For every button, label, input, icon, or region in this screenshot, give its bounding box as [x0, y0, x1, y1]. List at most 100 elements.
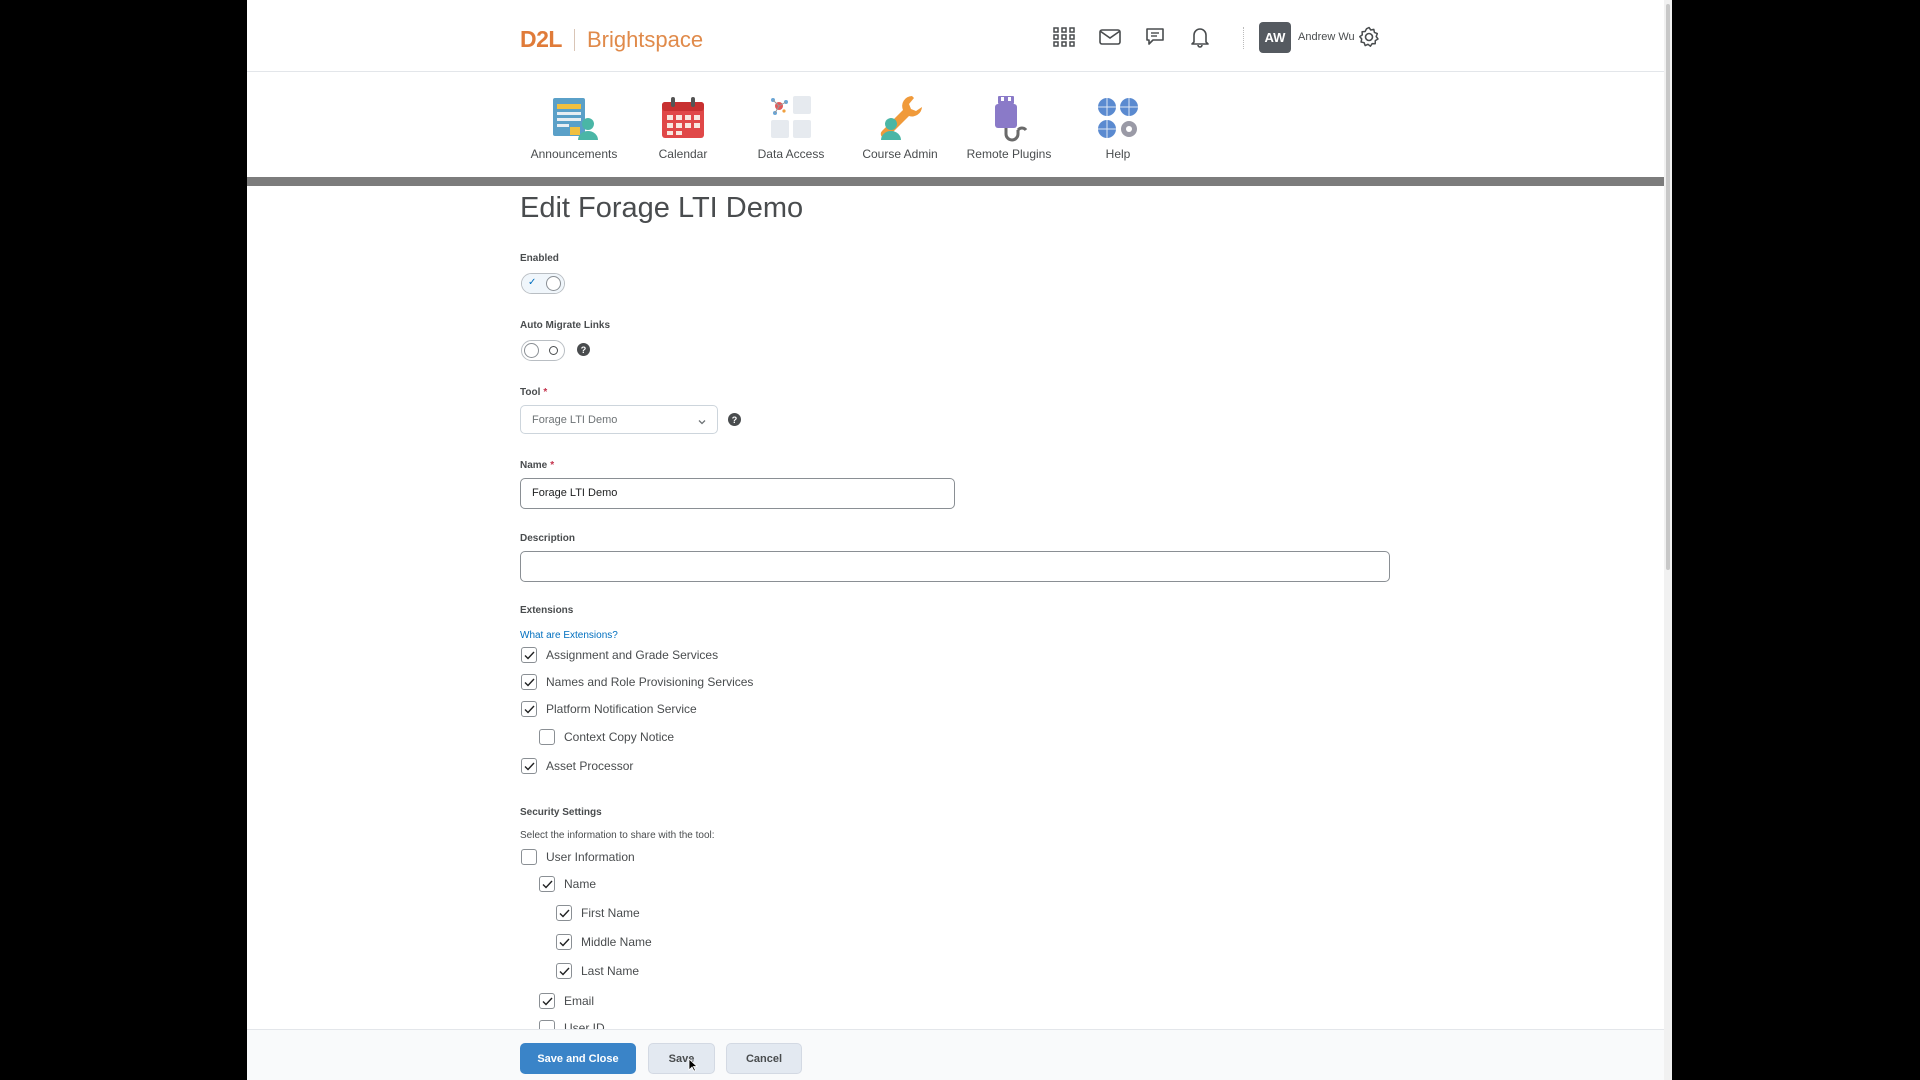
checkbox-label: Middle Name [581, 935, 652, 949]
description-input[interactable] [532, 560, 1314, 572]
checkbox[interactable] [521, 647, 537, 663]
checkbox-label: Names and Role Provisioning Services [546, 675, 754, 689]
header-divider [1243, 27, 1245, 49]
nav-label: Course Admin [862, 147, 938, 161]
checkbox-label: Email [564, 994, 595, 1008]
mouse-cursor-icon [688, 1058, 699, 1077]
tool-label: Tool * [520, 387, 547, 398]
grid-icon[interactable] [1052, 25, 1076, 49]
nav-item-calendar[interactable]: Calendar [633, 92, 733, 161]
calendar-icon [658, 92, 708, 144]
tool-label-text: Tool [520, 387, 541, 398]
user-name[interactable]: Andrew Wu [1298, 31, 1355, 43]
nav-label: Help [1105, 147, 1131, 161]
enabled-label: Enabled [520, 253, 559, 264]
off-icon [549, 346, 558, 355]
cancel-button[interactable]: Cancel [726, 1043, 802, 1074]
page: D2L Brightspace AW Andrew Wu Announcemen… [247, 0, 1672, 1080]
enabled-toggle[interactable]: ✓ [521, 273, 565, 294]
name-label: Name * [520, 460, 554, 471]
checkbox[interactable] [539, 729, 555, 745]
top-header: D2L Brightspace AW Andrew Wu [247, 0, 1664, 72]
tool-select[interactable]: Forage LTI Demo [520, 405, 718, 434]
logo-d2l: D2L [520, 26, 562, 52]
checkbox-label: Platform Notification Service [546, 702, 697, 716]
security-option-last-name[interactable]: Last Name [556, 963, 639, 979]
security-settings-label: Security Settings [520, 807, 602, 818]
checkbox[interactable] [556, 963, 572, 979]
toggle-knob [524, 343, 539, 358]
security-option-first-name[interactable]: First Name [556, 905, 640, 921]
nav-label: Calendar [658, 147, 708, 161]
checkbox[interactable] [521, 674, 537, 690]
scrollbar-thumb[interactable] [1666, 4, 1670, 570]
chevron-down-icon [697, 414, 707, 432]
name-field[interactable] [520, 478, 955, 509]
extensions-label: Extensions [520, 605, 574, 616]
data-access-icon [766, 92, 816, 144]
required-mark: * [543, 387, 548, 398]
extension-context-copy-notice[interactable]: Context Copy Notice [539, 729, 674, 745]
description-label: Description [520, 533, 576, 544]
checkbox[interactable] [556, 934, 572, 950]
checkbox[interactable] [556, 905, 572, 921]
form-footer: Save and Close Save Cancel [247, 1029, 1664, 1080]
extension-names-and-role-provisioning-services[interactable]: Names and Role Provisioning Services [521, 674, 753, 690]
checkbox-label: First Name [581, 906, 640, 920]
avatar[interactable]: AW [1259, 22, 1291, 53]
checkbox[interactable] [539, 993, 555, 1009]
checkbox-label: Context Copy Notice [564, 730, 675, 744]
help-icon [1093, 92, 1143, 144]
description-field[interactable] [520, 551, 1390, 582]
checkbox-label: Name [564, 877, 597, 891]
name-label-text: Name [520, 460, 548, 471]
what-are-extensions-link[interactable]: What are Extensions? [520, 630, 618, 641]
help-circle-icon[interactable]: ? [577, 343, 590, 356]
brightspace-logo[interactable]: D2L Brightspace [520, 26, 703, 53]
logo-product: Brightspace [586, 26, 704, 52]
auto-migrate-toggle[interactable] [521, 340, 565, 361]
nav-item-remote-plugins[interactable]: Remote Plugins [959, 92, 1059, 161]
tool-select-value: Forage LTI Demo [532, 414, 618, 426]
save-button[interactable]: Save [648, 1043, 715, 1074]
extension-platform-notification-service[interactable]: Platform Notification Service [521, 701, 697, 717]
nav-label: Data Access [757, 147, 825, 161]
announcements-icon [549, 92, 599, 144]
check-icon: ✓ [528, 277, 537, 288]
navbar-divider [247, 177, 1664, 186]
security-hint: Select the information to share with the… [520, 830, 715, 841]
mail-icon[interactable] [1098, 25, 1122, 49]
checkbox-label: Last Name [581, 964, 640, 978]
remote-plugins-icon [984, 92, 1034, 144]
security-option-name[interactable]: Name [539, 876, 596, 892]
help-circle-icon[interactable]: ? [728, 413, 741, 426]
security-option-email[interactable]: Email [539, 993, 594, 1009]
save-and-close-button[interactable]: Save and Close [520, 1043, 636, 1074]
checkbox-label: Asset Processor [546, 759, 634, 773]
toggle-knob [546, 276, 561, 291]
logo-separator [573, 28, 575, 51]
security-option-user-information[interactable]: User Information [521, 849, 635, 865]
page-scrollbar[interactable] [1664, 0, 1672, 1080]
nav-item-data-access[interactable]: Data Access [741, 92, 841, 161]
nav-item-announcements[interactable]: Announcements [524, 92, 624, 161]
checkbox[interactable] [521, 849, 537, 865]
chat-icon[interactable] [1143, 25, 1167, 49]
extension-assignment-and-grade-services[interactable]: Assignment and Grade Services [521, 647, 718, 663]
auto-migrate-label: Auto Migrate Links [520, 320, 611, 331]
checkbox[interactable] [539, 876, 555, 892]
checkbox[interactable] [521, 758, 537, 774]
checkbox[interactable] [521, 701, 537, 717]
security-option-middle-name[interactable]: Middle Name [556, 934, 652, 950]
nav-label: Remote Plugins [966, 147, 1052, 161]
checkbox-label: User Information [546, 850, 635, 864]
extension-asset-processor[interactable]: Asset Processor [521, 758, 633, 774]
bell-icon[interactable] [1188, 25, 1212, 49]
nav-item-course-admin[interactable]: Course Admin [850, 92, 950, 161]
page-title: Edit Forage LTI Demo [520, 192, 804, 224]
name-input[interactable] [532, 487, 922, 499]
nav-item-help[interactable]: Help [1068, 92, 1168, 161]
nav-label: Announcements [530, 147, 618, 161]
required-mark: * [550, 460, 555, 471]
gear-icon[interactable] [1357, 25, 1381, 49]
